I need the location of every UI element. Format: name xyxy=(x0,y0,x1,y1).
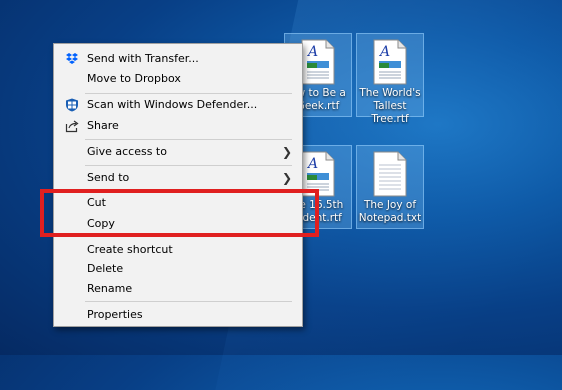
menu-item-move-to-dropbox[interactable]: Move to Dropbox xyxy=(56,69,300,89)
chevron-right-icon: ❯ xyxy=(281,145,292,159)
menu-item-properties[interactable]: Properties xyxy=(56,305,300,325)
menu-item-share[interactable]: Share xyxy=(56,116,300,136)
chevron-right-icon: ❯ xyxy=(281,171,292,185)
desktop-icon-worlds-tallest-tree[interactable]: A The World's Tallest Tree.rtf xyxy=(356,33,424,125)
menu-item-label: Send to xyxy=(87,171,130,184)
wordpad-document-icon: A xyxy=(301,39,335,85)
menu-item-label: Delete xyxy=(87,262,124,275)
menu-item-label: Move to Dropbox xyxy=(87,72,181,85)
menu-item-delete[interactable]: Delete xyxy=(56,259,300,279)
menu-item-label: Rename xyxy=(87,282,133,295)
cut-copy-highlight-box xyxy=(40,189,319,237)
menu-item-send-with-transfer[interactable]: Send with Transfer... xyxy=(56,49,300,69)
desktop-icon-joy-of-notepad[interactable]: The Joy of Notepad.txt xyxy=(356,145,424,229)
dropbox-icon xyxy=(66,53,78,64)
desktop-icon-label: The World's Tallest Tree.rtf xyxy=(359,87,421,125)
svg-text:A: A xyxy=(378,44,390,60)
menu-item-send-to[interactable]: Send to ❯ xyxy=(56,168,300,188)
svg-text:A: A xyxy=(306,156,318,172)
windows-defender-icon xyxy=(66,98,78,112)
menu-separator xyxy=(85,139,292,140)
menu-separator xyxy=(85,93,292,94)
wordpad-document-icon: A xyxy=(373,39,407,85)
menu-item-label: Give access to xyxy=(87,145,167,158)
menu-item-label: Create shortcut xyxy=(87,243,173,256)
menu-item-scan-with-defender[interactable]: Scan with Windows Defender... xyxy=(56,95,300,115)
menu-item-label: Send with Transfer... xyxy=(87,52,199,65)
menu-item-label: Scan with Windows Defender... xyxy=(87,98,258,111)
menu-item-create-shortcut[interactable]: Create shortcut xyxy=(56,240,300,260)
menu-item-rename[interactable]: Rename xyxy=(56,279,300,299)
menu-separator xyxy=(85,165,292,166)
svg-text:A: A xyxy=(306,44,318,60)
menu-item-give-access-to[interactable]: Give access to ❯ xyxy=(56,142,300,162)
context-menu: Send with Transfer... Move to Dropbox Sc… xyxy=(53,43,303,327)
menu-separator xyxy=(85,301,292,302)
text-document-icon xyxy=(373,151,407,197)
desktop-icon-label: The Joy of Notepad.txt xyxy=(358,199,422,224)
share-icon xyxy=(65,120,79,133)
menu-item-label: Properties xyxy=(87,308,143,321)
menu-item-label: Share xyxy=(87,119,119,132)
